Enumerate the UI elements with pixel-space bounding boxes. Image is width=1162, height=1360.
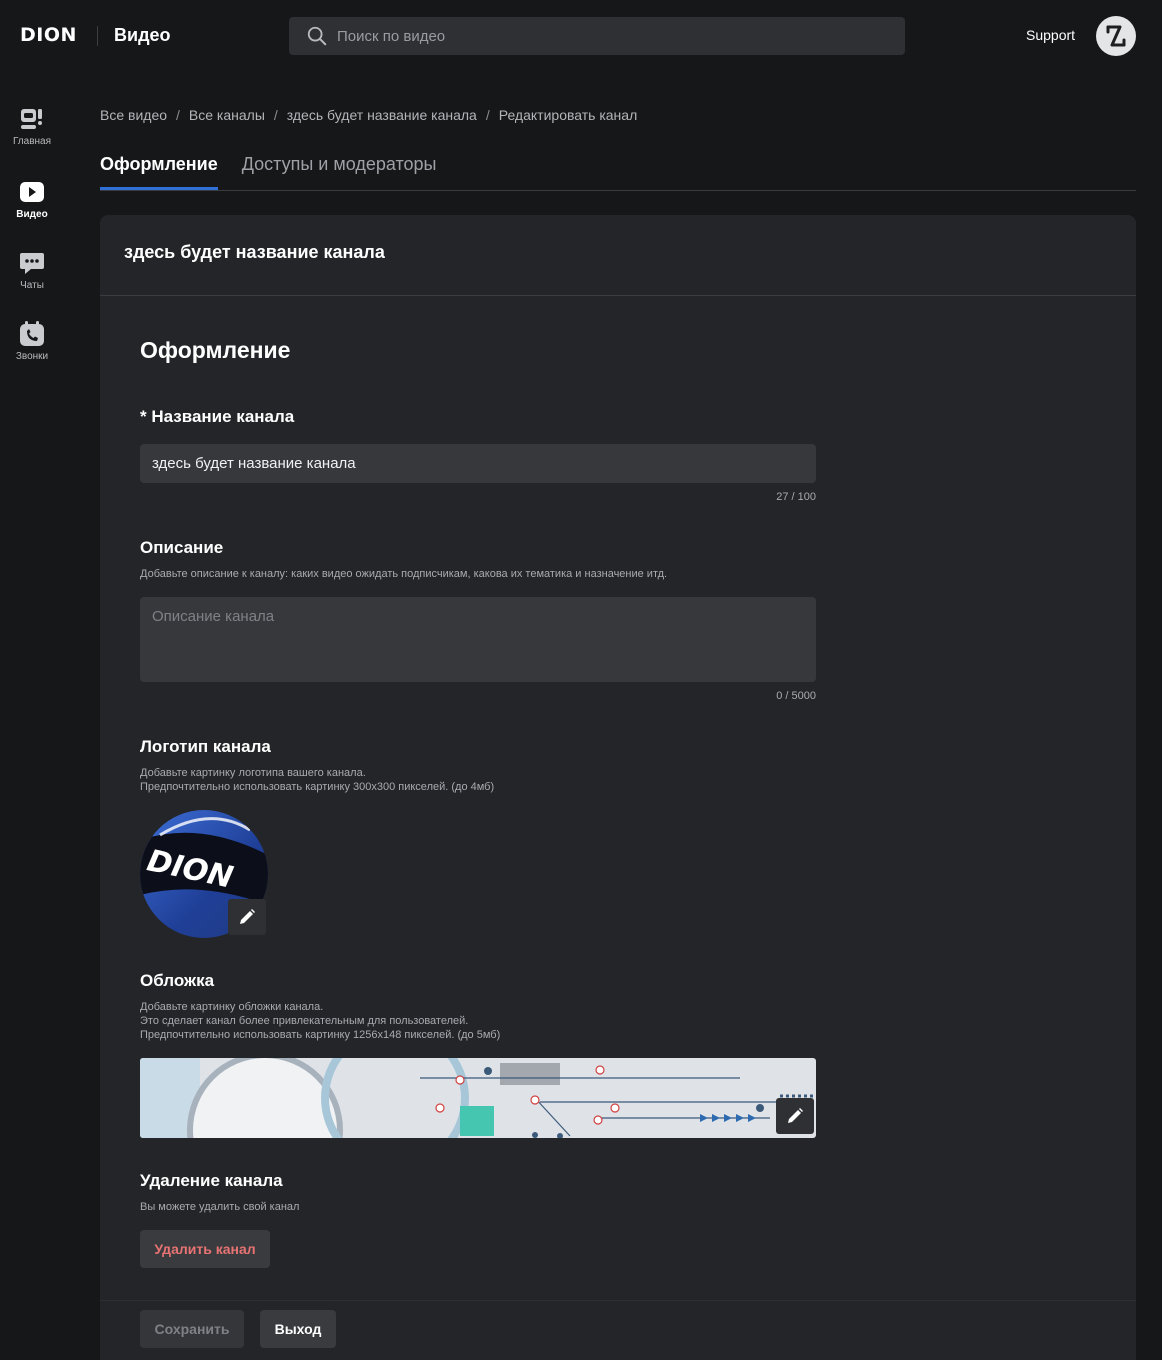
- sidebar-item-calls[interactable]: Звонки: [0, 321, 64, 381]
- channel-name-counter: 27 / 100: [776, 491, 816, 503]
- breadcrumb-all-channels[interactable]: Все каналы: [189, 107, 265, 123]
- tabs: Оформление Доступы и модераторы: [100, 154, 460, 191]
- pencil-icon: [240, 909, 255, 924]
- breadcrumb-separator: /: [485, 107, 490, 123]
- tab-appearance[interactable]: Оформление: [100, 154, 218, 190]
- section-title: Оформление: [140, 337, 291, 363]
- sidebar-item-label: Звонки: [15, 351, 49, 362]
- description-hint: Добавьте описание к каналу: каких видео …: [140, 568, 668, 580]
- avatar[interactable]: [1096, 16, 1136, 56]
- sidebar-item-label: Главная: [12, 136, 52, 147]
- search-input[interactable]: [337, 17, 877, 55]
- header-divider: [97, 26, 98, 46]
- edit-logo-button[interactable]: [228, 899, 266, 935]
- channel-name-label: * Название канала: [140, 407, 295, 426]
- channel-title: здесь будет название канала: [124, 242, 385, 262]
- channel-cover-image[interactable]: [140, 1058, 816, 1138]
- chat-icon: [20, 253, 44, 274]
- description-counter: 0 / 5000: [776, 690, 816, 702]
- video-icon: [20, 182, 44, 202]
- top-header: DION Видео Support: [0, 0, 1162, 72]
- breadcrumb: Все видео / Все каналы / здесь будет наз…: [100, 107, 637, 123]
- sidebar-item-chats[interactable]: Чаты: [0, 250, 64, 310]
- delete-channel-button[interactable]: Удалить канал: [140, 1230, 270, 1268]
- pencil-icon: [788, 1108, 803, 1123]
- cover-hint-3: Предпочтительно использовать картинку 12…: [140, 1029, 501, 1041]
- logo-label: Логотип канала: [140, 737, 271, 756]
- support-link[interactable]: Support: [1026, 27, 1075, 43]
- tab-access-moderators[interactable]: Доступы и модераторы: [242, 154, 437, 190]
- breadcrumb-channel[interactable]: здесь будет название канала: [287, 107, 477, 123]
- cover-hint-2: Это сделает канал более привлекательным …: [140, 1015, 469, 1027]
- home-icon: [21, 109, 42, 129]
- search-bar[interactable]: [289, 17, 905, 55]
- user-avatar-icon: [1106, 25, 1126, 47]
- search-icon: [307, 26, 327, 46]
- cover-label: Обложка: [140, 971, 215, 990]
- save-button[interactable]: Сохранить: [140, 1310, 244, 1348]
- logo-hint-2: Предпочтительно использовать картинку 30…: [140, 781, 495, 793]
- description-textarea[interactable]: [140, 597, 816, 682]
- breadcrumb-separator: /: [176, 107, 180, 123]
- exit-button[interactable]: Выход: [260, 1310, 336, 1348]
- logo-hint-1: Добавьте картинку логотипа вашего канала…: [140, 767, 366, 779]
- delete-channel-label: Удаление канала: [140, 1171, 283, 1190]
- cover-hint-1: Добавьте картинку обложки канала.: [140, 1001, 324, 1013]
- cover-graphic: [140, 1058, 816, 1138]
- channel-name-input[interactable]: [140, 444, 816, 483]
- app-title: Видео: [114, 25, 171, 45]
- edit-cover-button[interactable]: [776, 1098, 814, 1134]
- sidebar-item-home[interactable]: Главная: [0, 106, 64, 166]
- description-label: Описание: [140, 538, 224, 557]
- breadcrumb-all-videos[interactable]: Все видео: [100, 107, 167, 123]
- breadcrumb-separator: /: [273, 107, 278, 123]
- channel-settings-card: здесь будет название канала Оформление *…: [100, 215, 1136, 1360]
- delete-channel-hint: Вы можете удалить свой канал: [140, 1201, 300, 1213]
- sidebar-item-label: Видео: [16, 209, 48, 220]
- dion-logo[interactable]: DION: [20, 24, 77, 46]
- sidebar-item-label: Чаты: [20, 280, 44, 291]
- sidebar-item-video[interactable]: Видео: [0, 179, 64, 239]
- breadcrumb-current: Редактировать канал: [498, 107, 638, 123]
- tabs-divider: [100, 190, 1136, 191]
- card-divider: [100, 295, 1136, 296]
- footer-actions: Сохранить Выход: [100, 1300, 1136, 1360]
- calls-icon: [20, 321, 44, 346]
